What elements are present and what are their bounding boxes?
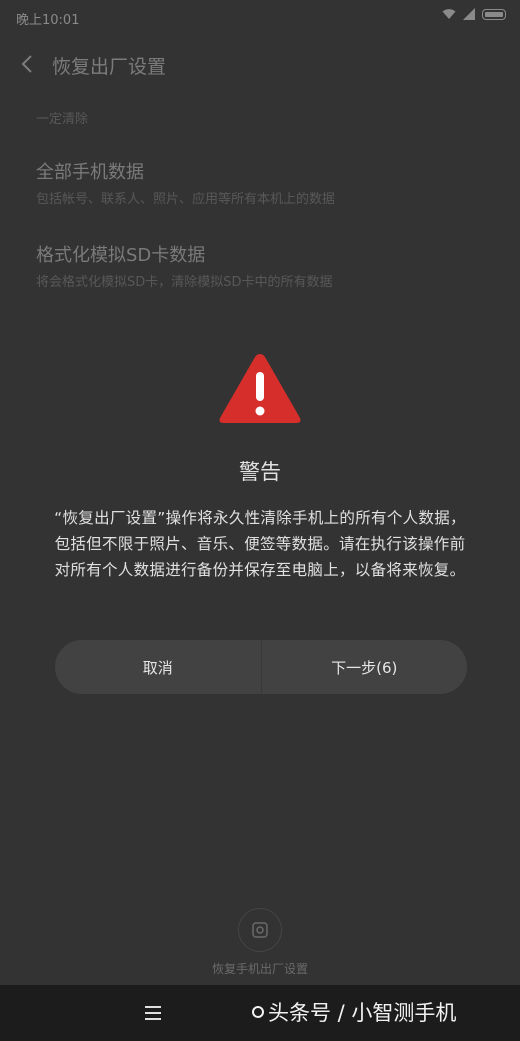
reset-phone-action[interactable]: 恢复手机出厂设置 — [0, 906, 520, 976]
section-label: 一定清除 — [36, 112, 89, 127]
status-time: 晚上10:01 — [16, 13, 80, 28]
page-title: 恢复出厂设置 — [52, 56, 167, 78]
header: 恢复出厂设置 — [0, 40, 520, 88]
watermark-logo-icon — [252, 1006, 264, 1018]
dialog-button-row: 取消 下一步(6) — [55, 640, 467, 694]
menu-icon[interactable] — [144, 1002, 162, 1024]
battery-icon — [482, 8, 506, 20]
dialog-message: “恢复出厂设置”操作将永久性清除手机上的所有个人数据，包括但不限于照片、音乐、便… — [54, 509, 466, 579]
option-description: 包括帐号、联系人、照片、应用等所有本机上的数据 — [36, 192, 336, 207]
status-bar: 晚上10:01 — [0, 0, 520, 34]
phone-reset-icon — [252, 922, 268, 938]
warning-icon — [219, 354, 301, 423]
watermark: 头条号 / 小智测手机 — [252, 997, 456, 1027]
warning-dialog: 警告 “恢复出厂设置”操作将永久性清除手机上的所有个人数据，包括但不限于照片、音… — [0, 340, 520, 720]
option-all-phone-data[interactable]: 全部手机数据 包括帐号、联系人、照片、应用等所有本机上的数据 — [36, 158, 335, 207]
status-icons — [442, 8, 506, 20]
cancel-button[interactable]: 取消 — [55, 640, 261, 694]
reset-icon — [238, 908, 282, 952]
reset-label: 恢复手机出厂设置 — [211, 962, 308, 976]
wifi-icon — [442, 9, 456, 19]
signal-icon — [463, 8, 475, 20]
option-format-sd-card[interactable]: 格式化模拟SD卡数据 将会格式化模拟SD卡，清除模拟SD卡中的所有数据 — [36, 241, 333, 290]
option-title: 格式化模拟SD卡数据 — [36, 245, 206, 266]
next-step-button[interactable]: 下一步(6) — [262, 640, 468, 694]
back-arrow-icon[interactable] — [18, 52, 38, 76]
dialog-title: 警告 — [239, 460, 281, 484]
watermark-text: 头条号 / 小智测手机 — [268, 1001, 457, 1025]
option-description: 将会格式化模拟SD卡，清除模拟SD卡中的所有数据 — [36, 275, 333, 290]
navigation-bar: 头条号 / 小智测手机 — [0, 985, 520, 1041]
option-title: 全部手机数据 — [36, 162, 144, 183]
